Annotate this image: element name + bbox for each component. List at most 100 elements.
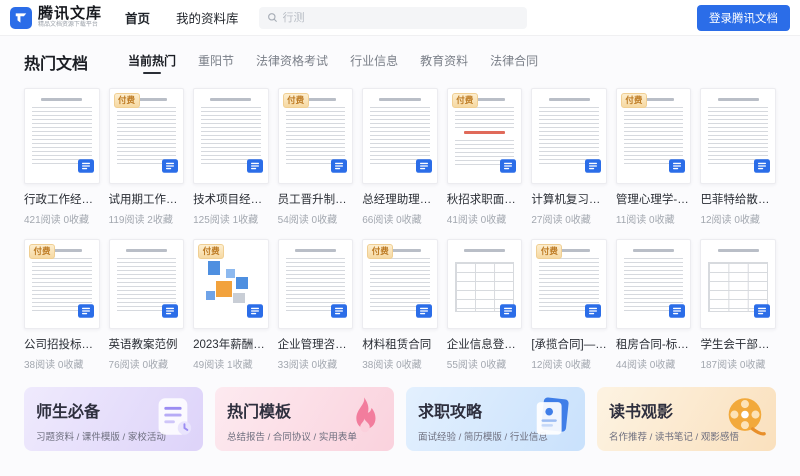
doc-title: 租房合同-标准版 xyxy=(615,339,692,351)
paid-badge: 付费 xyxy=(451,93,478,109)
doc-card[interactable]: 行政工作经验分... 421阅读 0收藏 xyxy=(24,88,100,226)
main-nav: 首页 我的资料库 xyxy=(125,8,239,27)
login-button[interactable]: 登录腾讯文档 xyxy=(697,4,790,31)
doc-title: 英语教案范例 xyxy=(108,339,178,351)
doc-file-icon xyxy=(584,304,601,323)
doc-card[interactable]: 学生会干部竞选... 187阅读 0收藏 xyxy=(700,239,776,371)
doc-thumbnail: 付费 xyxy=(446,88,523,184)
category-tab[interactable]: 重阳节 xyxy=(198,52,234,74)
paid-badge: 付费 xyxy=(29,244,56,260)
nav-item-home[interactable]: 首页 xyxy=(125,8,150,27)
paid-badge: 付费 xyxy=(620,93,647,109)
doc-file-icon xyxy=(415,159,432,178)
doc-file-icon xyxy=(754,304,770,323)
category-tab[interactable]: 当前热门 xyxy=(128,52,176,74)
doc-card[interactable]: 付费管理心理学-复习... 11阅读 0收藏 xyxy=(615,88,692,226)
doc-stats: 38阅读 0收藏 xyxy=(362,360,422,371)
doc-card[interactable]: 付费试用期工作经验... 119阅读 2收藏 xyxy=(108,88,185,226)
doc-grid-row-2: 付费公司招投标授权... 38阅读 0收藏 英语教案范例 76阅读 0收藏 付费 2023… xyxy=(24,239,776,371)
nav-item-my-library[interactable]: 我的资料库 xyxy=(176,8,239,27)
doc-card[interactable]: 巴菲特给散户的9... 12阅读 0收藏 xyxy=(700,88,776,226)
doc-thumbnail xyxy=(108,239,185,329)
doc-thumbnail xyxy=(531,88,607,184)
doc-thumbnail: 付费 xyxy=(615,88,692,184)
doc-file-icon xyxy=(584,159,601,178)
doc-stats: 54阅读 0收藏 xyxy=(277,215,338,226)
doc-card[interactable]: 企业管理咨询合同 33阅读 0收藏 xyxy=(277,239,354,371)
category-tab[interactable]: 法律资格考试 xyxy=(256,52,328,74)
doc-file-icon xyxy=(331,159,348,178)
doc-stats: 187阅读 0收藏 xyxy=(700,360,766,371)
doc-title: 总经理助理工作... xyxy=(362,194,438,206)
doc-thumbnail xyxy=(193,88,269,184)
category-tab[interactable]: 教育资料 xyxy=(420,52,468,74)
doc-card[interactable]: 付费 [承揽合同]—加... 12阅读 0收藏 xyxy=(531,239,607,371)
doc-card[interactable]: 总经理助理工作... 66阅读 0收藏 xyxy=(362,88,438,226)
brand-logo[interactable]: 腾讯文库 精品文档资源下载平台 xyxy=(10,6,103,29)
brand-tagline: 精品文档资源下载平台 xyxy=(38,21,98,28)
doc-title: 行政工作经验分... xyxy=(24,194,100,206)
doc-card[interactable]: 付费秋招求职面试技巧 41阅读 0收藏 xyxy=(446,88,523,226)
doc-file-icon xyxy=(162,159,179,178)
film-reel-icon xyxy=(720,394,768,445)
doc-card[interactable]: 技术项目经理面... 125阅读 1收藏 xyxy=(193,88,269,226)
doc-file-icon xyxy=(669,304,686,323)
doc-file-icon xyxy=(77,304,94,323)
doc-thumbnail: 付费 xyxy=(277,88,354,184)
doc-title: 管理心理学-复习... xyxy=(615,194,692,206)
doc-card[interactable]: 英语教案范例 76阅读 0收藏 xyxy=(108,239,185,371)
search-input[interactable] xyxy=(282,11,519,24)
doc-stats: 12阅读 0收藏 xyxy=(700,215,760,226)
doc-stats: 49阅读 1收藏 xyxy=(193,360,253,371)
doc-file-icon xyxy=(331,304,348,323)
doc-card[interactable]: 计算机复习资料 27阅读 0收藏 xyxy=(531,88,607,226)
section-title: 热门文档 xyxy=(24,56,89,73)
search-icon xyxy=(267,12,278,23)
doc-card[interactable]: 付费 2023年薪酬报告... 49阅读 1收藏 xyxy=(193,239,269,371)
doc-stats: 44阅读 0收藏 xyxy=(615,360,676,371)
doc-title: 技术项目经理面... xyxy=(193,194,269,206)
doc-card[interactable]: 付费公司招投标授权... 38阅读 0收藏 xyxy=(24,239,100,371)
doc-grid-row-1: 行政工作经验分... 421阅读 0收藏 付费试用期工作经验... 119阅读 2收藏… xyxy=(24,88,776,226)
doc-card[interactable]: 企业信息登记表 55阅读 0收藏 xyxy=(446,239,523,371)
promo-banner-purple[interactable]: 师生必备 习题资料 / 课件模版 / 家校活动 xyxy=(24,387,203,451)
doc-file-icon xyxy=(246,304,263,323)
doc-thumbnail xyxy=(700,88,776,184)
category-tab[interactable]: 法律合同 xyxy=(490,52,538,74)
header: 腾讯文库 精品文档资源下载平台 首页 我的资料库 登录腾讯文档 xyxy=(0,0,800,36)
category-tab[interactable]: 行业信息 xyxy=(350,52,398,74)
doc-thumbnail: 付费 xyxy=(108,88,185,184)
notebook-icon xyxy=(149,394,195,445)
doc-stats: 41阅读 0收藏 xyxy=(446,215,507,226)
search-box[interactable] xyxy=(258,6,527,29)
doc-title: 企业管理咨询合同 xyxy=(277,339,354,351)
doc-file-icon xyxy=(77,159,94,178)
promo-banner-pink[interactable]: 热门模板 总结报告 / 合同协议 / 实用表单 xyxy=(215,387,394,451)
doc-stats: 27阅读 0收藏 xyxy=(531,215,591,226)
tencent-wenku-logo-icon xyxy=(10,6,32,29)
doc-thumbnail: 付费 xyxy=(362,239,438,329)
doc-stats: 12阅读 0收藏 xyxy=(531,360,591,371)
doc-title: 材料租赁合同 xyxy=(362,339,432,351)
doc-title: 员工晋升制度及... xyxy=(277,194,354,206)
doc-card[interactable]: 付费材料租赁合同 38阅读 0收藏 xyxy=(362,239,438,371)
brand-name: 腾讯文库 xyxy=(38,5,103,23)
promo-banner-blue[interactable]: 求职攻略 面试经验 / 简历模版 / 行业信息 xyxy=(406,387,585,451)
doc-file-icon xyxy=(162,304,179,323)
doc-card[interactable]: 租房合同-标准版 44阅读 0收藏 xyxy=(615,239,692,371)
doc-thumbnail xyxy=(615,239,692,329)
doc-stats: 55阅读 0收藏 xyxy=(446,360,507,371)
paid-badge: 付费 xyxy=(367,244,394,260)
doc-title: [承揽合同]—加... xyxy=(531,339,607,351)
doc-file-icon xyxy=(669,159,686,178)
promo-banner-orange[interactable]: 读书观影 名作推荐 / 读书笔记 / 观影感悟 xyxy=(597,387,776,451)
doc-card[interactable]: 付费员工晋升制度及... 54阅读 0收藏 xyxy=(277,88,354,226)
doc-file-icon xyxy=(415,304,432,323)
doc-stats: 125阅读 1收藏 xyxy=(193,215,259,226)
paid-badge: 付费 xyxy=(282,93,309,109)
doc-title: 2023年薪酬报告... xyxy=(193,339,269,351)
paid-badge: 付费 xyxy=(198,244,225,260)
doc-stats: 38阅读 0收藏 xyxy=(24,360,84,371)
hot-docs-section-head: 热门文档 当前热门 重阳节 法律资格考试 行业信息 教育资料 法律合同 xyxy=(24,50,776,74)
doc-thumbnail xyxy=(700,239,776,329)
